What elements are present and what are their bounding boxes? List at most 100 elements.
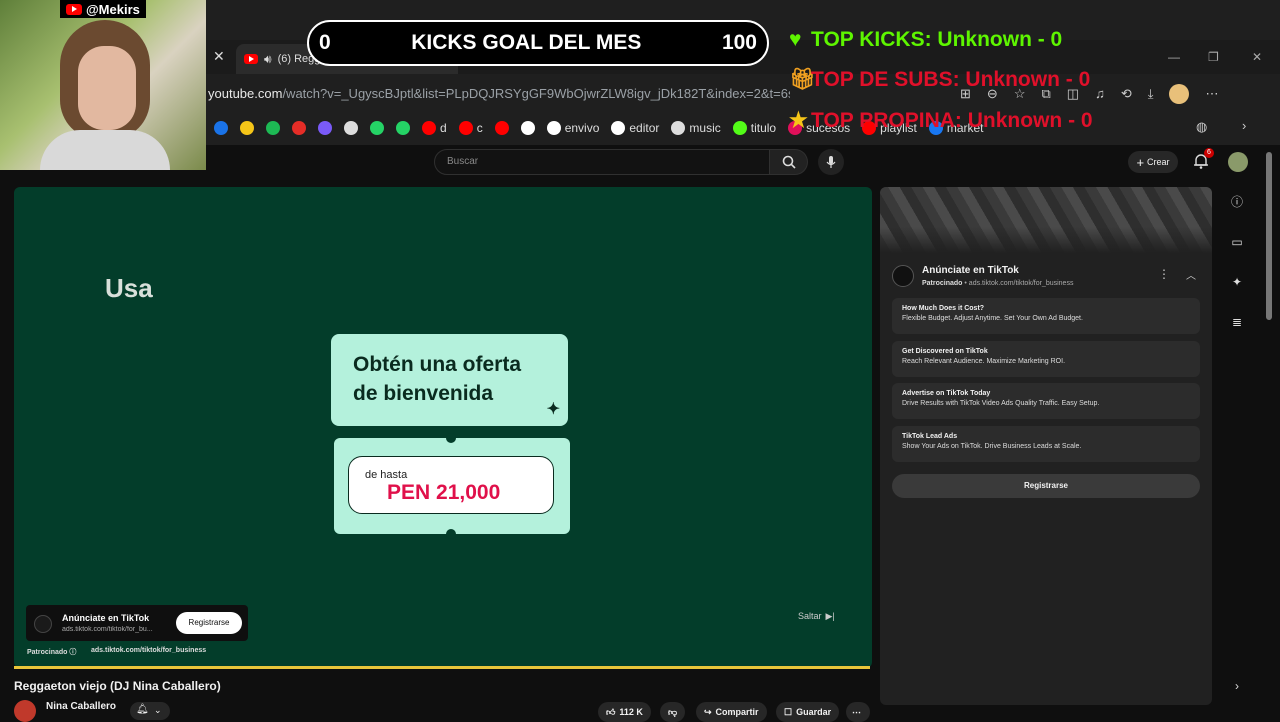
- ticket-notch: [446, 529, 456, 539]
- bookmark-item[interactable]: [266, 121, 280, 135]
- bookmark-item[interactable]: [520, 121, 535, 135]
- subscription-bell-button[interactable]: 🔔︎ ⌄: [130, 702, 170, 720]
- bookmark-item[interactable]: d: [422, 121, 447, 135]
- ad-overlay-card[interactable]: Anúnciate en TikTok ads.tiktok.com/tikto…: [26, 605, 248, 641]
- ad-panel-sponsored: Patrocinado: [922, 280, 963, 287]
- bookmark-item[interactable]: [214, 121, 228, 135]
- ad-panel-link[interactable]: Get Discovered on TikTok Reach Relevant A…: [892, 340, 1200, 377]
- goal-target: 100: [721, 31, 757, 54]
- ad-link-description: Reach Relevant Audience. Maximize Market…: [902, 357, 1066, 365]
- more-actions-button[interactable]: ⋯: [846, 702, 870, 722]
- bookmark-label: titulo: [750, 121, 777, 135]
- badge-26-icon: [214, 121, 228, 135]
- sparkle-icon: ✦: [546, 401, 560, 418]
- bookmark-item[interactable]: [292, 121, 306, 135]
- save-icon: ☐: [784, 706, 793, 717]
- chevron-right-icon[interactable]: ›: [1228, 677, 1246, 695]
- more-icon: ⋯: [852, 706, 861, 717]
- close-tab-icon[interactable]: ✕: [213, 48, 225, 65]
- tiktok-logo-icon: [34, 615, 52, 633]
- profile-icon[interactable]: [1169, 84, 1190, 104]
- top-tips-line: ★ TOP PROPINA: Unknown - 0: [789, 108, 1093, 133]
- ad-link-description: Show Your Ads on TikTok. Drive Business …: [902, 442, 1082, 450]
- bookmark-item[interactable]: editor: [611, 121, 659, 135]
- sponsored-url[interactable]: ads.tiktok.com/tiktok/for_business: [91, 647, 206, 654]
- heart-icon: ♥: [789, 28, 802, 51]
- url-text[interactable]: youtube.com/watch?v=_UgyscBJptl&list=PLp…: [208, 86, 790, 101]
- save-button[interactable]: ☐ Guardar: [776, 702, 840, 722]
- chevron-right-icon[interactable]: ›: [1242, 118, 1246, 133]
- share-icon: ↪: [704, 706, 712, 717]
- more-options-icon[interactable]: ⋮: [1158, 267, 1170, 281]
- search-button[interactable]: [770, 149, 808, 175]
- spotify-icon: [266, 121, 280, 135]
- bookmark-item[interactable]: [396, 121, 410, 135]
- create-button[interactable]: + Crear: [1128, 151, 1178, 173]
- channel-avatar[interactable]: [14, 700, 36, 722]
- share-button[interactable]: ↪ Compartir: [696, 702, 767, 722]
- bookmark-item[interactable]: [370, 121, 384, 135]
- ad-panel-link[interactable]: Advertise on TikTok Today Drive Results w…: [892, 383, 1200, 419]
- sponsored-label: Patrocinado ⓘ: [27, 647, 76, 657]
- speaker-icon[interactable]: 🔊︎: [264, 52, 272, 67]
- ad-link-description: Drive Results with TikTok Video Ads Qual…: [902, 400, 1100, 407]
- ad-panel-title[interactable]: Anúnciate en TikTok: [922, 265, 1019, 276]
- handle-text: @Mekirs: [86, 1, 140, 17]
- minimize-icon[interactable]: —: [1168, 50, 1180, 64]
- info-icon[interactable]: ⓘ: [69, 649, 76, 656]
- save-label: Guardar: [796, 707, 832, 717]
- chat-icon[interactable]: ▭: [1228, 233, 1246, 251]
- chevron-down-icon: ⌄: [154, 705, 162, 715]
- top-kicks-line: ♥ TOP KICKS: Unknown - 0: [789, 28, 1062, 52]
- chevron-up-icon[interactable]: ︿: [1186, 267, 1196, 282]
- notification-badge: 6: [1204, 148, 1214, 158]
- voice-search-button[interactable]: [818, 149, 844, 175]
- search-input[interactable]: Buscar: [434, 149, 770, 175]
- history-icon[interactable]: ⟲: [1121, 86, 1132, 104]
- menu-icon[interactable]: ⋯: [1205, 86, 1218, 104]
- bookmark-item[interactable]: c: [458, 121, 483, 135]
- tiktok-icon: [520, 121, 535, 135]
- whatsapp-icon: [370, 121, 384, 135]
- video-player[interactable]: Usa Obtén una oferta de bienvenida ✦ de …: [14, 187, 872, 668]
- avatar[interactable]: [1228, 152, 1248, 172]
- top-subs-text: TOP DE SUBS: Unknown - 0: [811, 68, 1091, 91]
- info-icon[interactable]: ⓘ: [1228, 192, 1246, 210]
- channel-name[interactable]: Nina Caballero: [46, 701, 116, 712]
- ad-panel-link[interactable]: TikTok Lead Ads Show Your Ads on TikTok. …: [892, 425, 1200, 462]
- bookmark-item[interactable]: [240, 121, 254, 135]
- bookmark-item[interactable]: music: [671, 121, 721, 135]
- bookmark-item[interactable]: [318, 121, 332, 135]
- bookmark-item[interactable]: envivo: [546, 121, 599, 135]
- ad-panel-link[interactable]: How Much Does it Cost? Flexible Budget. A…: [892, 298, 1200, 334]
- bookmark-item[interactable]: [344, 121, 358, 135]
- thumbs-down-icon: 👎︎: [668, 706, 678, 717]
- ad-link-title: Get Discovered on TikTok: [902, 347, 988, 355]
- skip-ad-button[interactable]: Saltar ▶|: [798, 605, 858, 627]
- download-icon[interactable]: ⤓: [1148, 86, 1154, 104]
- ad-panel-register-button[interactable]: Registrarse: [892, 474, 1200, 498]
- url-host: youtube.com: [208, 86, 283, 101]
- tiktok-icon: [546, 121, 561, 135]
- sparkle-icon[interactable]: ✦: [1228, 273, 1246, 291]
- like-button[interactable]: 👍︎ 112 K: [598, 702, 651, 722]
- playlist-icon[interactable]: ≣: [1228, 313, 1246, 331]
- music-red-icon: [292, 121, 306, 135]
- register-button[interactable]: Registrarse: [176, 612, 242, 634]
- bookmark-item[interactable]: titulo: [732, 121, 777, 135]
- bookmark-item[interactable]: [494, 121, 509, 135]
- scrollbar[interactable]: [1266, 152, 1272, 320]
- notifications-button[interactable]: 6: [1192, 148, 1214, 170]
- ad-panel-subtitle: Patrocinado • ads.tiktok.com/tiktok/for_…: [922, 280, 1074, 287]
- maximize-icon[interactable]: ❐: [1208, 50, 1219, 64]
- globe-icon[interactable]: ◍: [1196, 119, 1207, 135]
- media-icon[interactable]: ♫: [1095, 86, 1105, 104]
- ad-panel-url[interactable]: ads.tiktok.com/tiktok/for_business: [969, 280, 1074, 287]
- offer-line-2: de bienvenida: [353, 382, 494, 405]
- dislike-button[interactable]: 👎︎: [660, 702, 686, 722]
- kicks-goal-widget: 0 KICKS GOAL DEL MES 100: [307, 20, 769, 66]
- ad-progress-bar[interactable]: [14, 666, 870, 669]
- window-close-icon[interactable]: ✕: [1252, 50, 1262, 64]
- bell-icon: 🔔︎: [136, 704, 149, 715]
- skip-next-icon: ▶|: [825, 610, 835, 621]
